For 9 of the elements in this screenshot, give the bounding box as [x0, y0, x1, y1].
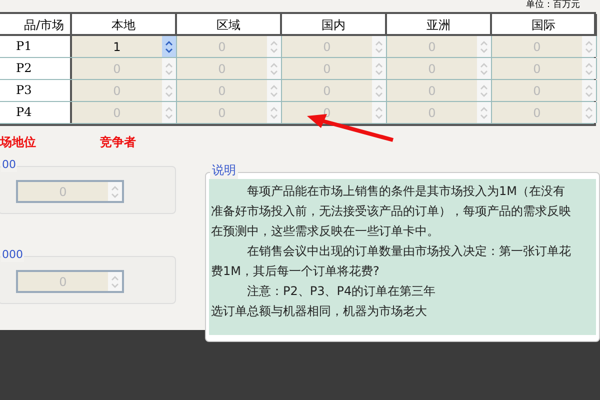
section-label: 竞争者 [100, 134, 136, 151]
note-paragraph: 每项产品能在市场上销售的条件是其市场投入为1M（在没有准备好市场投入前，无法接受该产品的订单），每项产品的需求反映在预测中，这些需求反映在一些订单卡中。 [211, 183, 572, 240]
notes-title: 说明 [210, 161, 238, 179]
note-paragraph: 注意：P2、P3、P4的订单在第三年 [246, 283, 437, 300]
note-paragraph: 在销售会议中出现的订单数量由市场投入决定：第一张订单花费1M，其后每一个订单将花费? [211, 243, 572, 280]
note-paragraph: 选订单总额与机器相同，机器为市场老大 [211, 303, 428, 320]
spinner-value: 1 [112, 38, 122, 56]
column-header: 品/市场 [0, 14, 72, 36]
spin-arrows-icon[interactable] [162, 36, 176, 57]
